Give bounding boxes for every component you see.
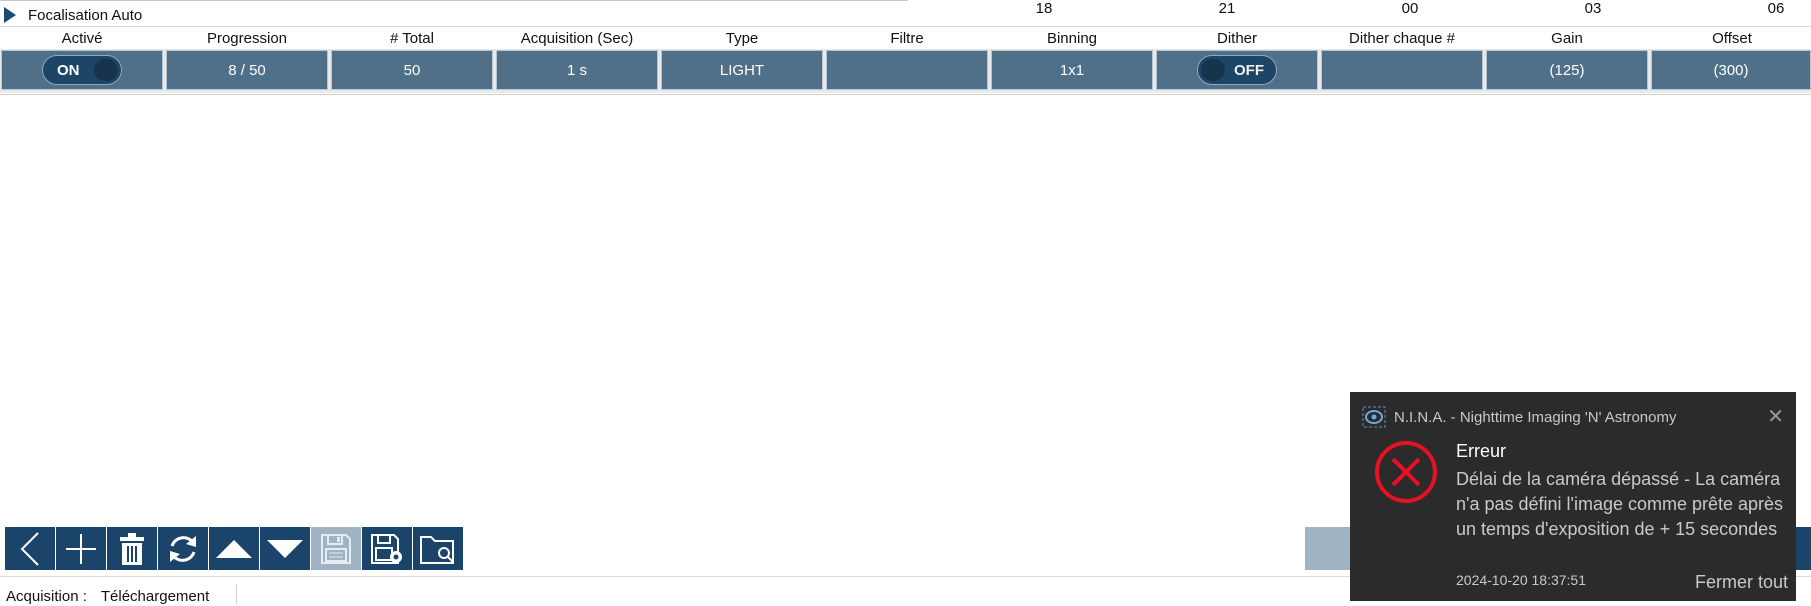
column-header-exposure: Acquisition (Sec) <box>520 30 634 47</box>
move-down-button[interactable] <box>260 527 310 570</box>
toggle-state-label: ON <box>57 62 80 79</box>
dither-cell: OFF <box>1156 50 1318 90</box>
progress-cell: 8 / 50 <box>166 50 328 90</box>
dither-every-cell[interactable] <box>1321 50 1483 90</box>
toast-message: Délai de la caméra dépassé - La caméra n… <box>1456 469 1784 539</box>
move-up-icon <box>216 539 252 558</box>
exposure-cell[interactable]: 1 s <box>496 50 658 90</box>
filter-cell[interactable] <box>826 50 988 90</box>
reset-button[interactable] <box>158 527 208 570</box>
move-down-icon <box>267 539 303 558</box>
column-header-offset: Offset <box>1712 30 1752 47</box>
toast-title: Erreur <box>1456 441 1507 461</box>
back-icon <box>20 531 39 566</box>
offset-cell[interactable]: (300) <box>1651 50 1811 90</box>
close-icon[interactable]: ✕ <box>1767 404 1784 429</box>
error-icon <box>1374 440 1438 509</box>
open-folder-button[interactable] <box>413 527 463 570</box>
action-button[interactable] <box>1796 527 1811 570</box>
binning-cell[interactable]: 1x1 <box>991 50 1153 90</box>
column-header-total: # Total <box>390 30 434 47</box>
enabled-cell: ON <box>1 50 163 90</box>
dismiss-all-button[interactable]: Fermer tout <box>1695 572 1788 593</box>
nina-app-icon <box>1362 406 1386 428</box>
dither-toggle[interactable]: OFF <box>1197 55 1277 85</box>
divider <box>0 0 908 1</box>
save-icon <box>321 533 351 564</box>
add-button[interactable] <box>56 527 106 570</box>
column-header-type: Type <box>725 30 759 47</box>
sequence-toolbar <box>5 527 463 570</box>
timeline-tick: 03 <box>1584 0 1602 17</box>
toast-app-name: N.I.N.A. - Nighttime Imaging 'N' Astrono… <box>1394 408 1677 426</box>
timeline-tick: 00 <box>1401 0 1419 17</box>
column-header-enabled: Activé <box>61 30 103 47</box>
save-as-button[interactable] <box>362 527 412 570</box>
expand-triangle-icon[interactable] <box>4 7 16 23</box>
delete-icon <box>120 532 144 565</box>
gain-cell[interactable]: (125) <box>1486 50 1648 90</box>
add-icon <box>66 533 96 564</box>
column-header-progress: Progression <box>206 30 288 47</box>
autofocus-expander[interactable]: Focalisation Auto <box>4 6 142 24</box>
save-as-icon <box>371 533 402 564</box>
column-header-filter: Filtre <box>890 30 924 47</box>
back-button[interactable] <box>5 527 55 570</box>
divider <box>0 26 1811 27</box>
error-toast: N.I.N.A. - Nighttime Imaging 'N' Astrono… <box>1350 392 1796 601</box>
table-row: ON 8 / 50 50 1 s LIGHT 1x1 OFF (125) (30… <box>0 49 1811 93</box>
timeline-tick: 06 <box>1767 0 1785 17</box>
open-folder-icon <box>420 535 454 564</box>
status-value: Téléchargement <box>100 588 210 605</box>
enabled-toggle[interactable]: ON <box>42 55 122 85</box>
status-bar: Acquisition : Téléchargement <box>6 588 209 605</box>
divider <box>236 584 237 604</box>
column-header-dither: Dither <box>1216 30 1257 47</box>
delete-button[interactable] <box>107 527 157 570</box>
column-header-gain: Gain <box>1551 30 1583 47</box>
type-cell[interactable]: LIGHT <box>661 50 823 90</box>
column-header-dither-every: Dither chaque # <box>1349 30 1455 47</box>
total-cell[interactable]: 50 <box>331 50 493 90</box>
autofocus-label: Focalisation Auto <box>28 6 143 24</box>
column-header-binning: Binning <box>1046 30 1098 47</box>
save-button[interactable] <box>311 527 361 570</box>
timeline-tick: 21 <box>1218 0 1236 17</box>
toast-timestamp: 2024-10-20 18:37:51 <box>1456 572 1586 588</box>
move-up-button[interactable] <box>209 527 259 570</box>
divider <box>0 94 1811 95</box>
status-label: Acquisition : <box>6 588 87 605</box>
reset-icon <box>170 535 196 562</box>
timeline-tick: 18 <box>1035 0 1053 17</box>
toast-app-header: N.I.N.A. - Nighttime Imaging 'N' Astrono… <box>1362 406 1676 428</box>
toggle-knob <box>94 59 118 81</box>
sequence-header-row: Focalisation Auto 18 21 00 03 06 <box>0 0 1811 27</box>
toggle-knob <box>1201 59 1225 81</box>
toggle-state-label: OFF <box>1234 62 1264 79</box>
